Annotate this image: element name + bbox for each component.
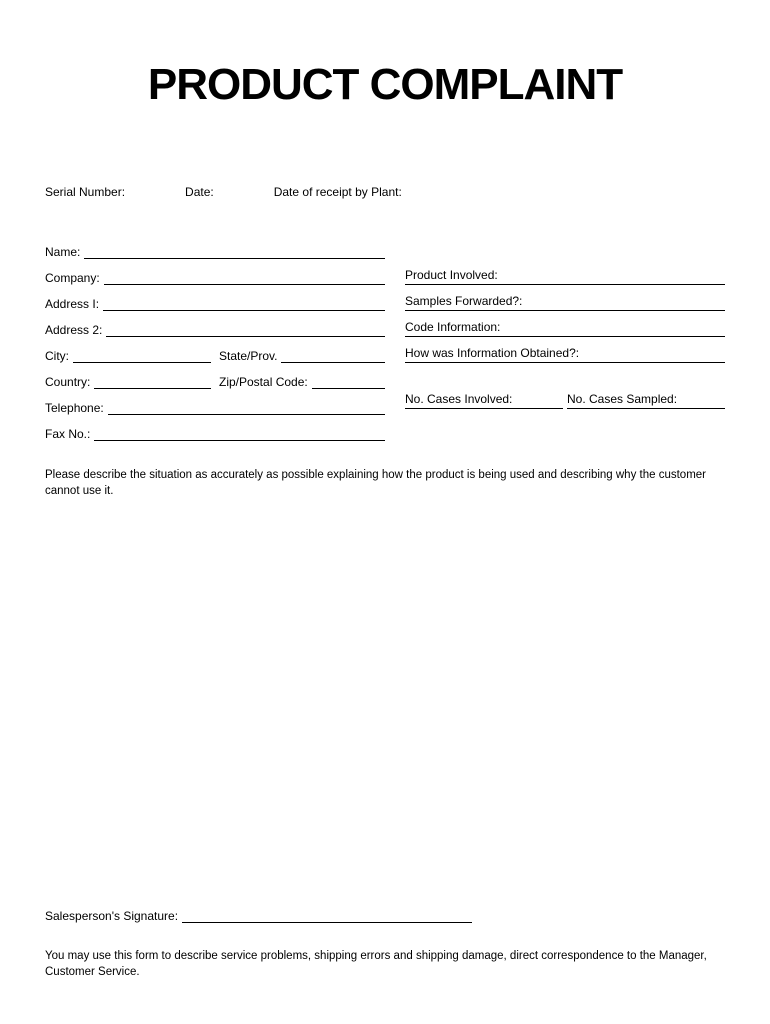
code-info-label: Code Information: [405,320,504,334]
address1-input[interactable] [103,297,385,311]
how-obtained-label: How was Information Obtained?: [405,346,583,360]
signature-label: Salesperson's Signature: [45,909,182,923]
signature-row: Salesperson's Signature: [45,909,725,923]
fax-label: Fax No.: [45,427,94,441]
form-grid: Name: Company: Address I: Address 2: Cit… [45,239,725,447]
name-input[interactable] [84,245,385,259]
form-title: PRODUCT COMPLAINT [45,60,725,110]
description-instruction: Please describe the situation as accurat… [45,467,725,499]
city-label: City: [45,349,73,363]
zip-input[interactable] [312,375,385,389]
name-label: Name: [45,245,84,259]
address1-label: Address I: [45,297,103,311]
product-column: Product Involved: Samples Forwarded?: Co… [405,239,725,447]
contact-column: Name: Company: Address I: Address 2: Cit… [45,239,385,447]
state-label: State/Prov. [219,349,281,363]
description-area[interactable] [45,499,725,909]
footer-note: You may use this form to describe servic… [45,948,725,980]
address2-label: Address 2: [45,323,106,337]
cases-sampled-label: No. Cases Sampled: [567,392,681,406]
telephone-input[interactable] [108,401,385,415]
country-input[interactable] [94,375,211,389]
telephone-label: Telephone: [45,401,108,415]
zip-label: Zip/Postal Code: [219,375,312,389]
address2-input[interactable] [106,323,385,337]
samples-forwarded-label: Samples Forwarded?: [405,294,526,308]
company-label: Company: [45,271,104,285]
company-input[interactable] [104,271,385,285]
date-label: Date: [185,185,214,199]
city-input[interactable] [73,349,211,363]
fax-input[interactable] [94,427,385,441]
serial-number-label: Serial Number: [45,185,125,199]
top-row: Serial Number: Date: Date of receipt by … [45,185,725,199]
state-input[interactable] [281,349,385,363]
signature-input[interactable] [182,909,472,923]
product-involved-label: Product Involved: [405,268,502,282]
receipt-date-label: Date of receipt by Plant: [274,185,402,199]
country-label: Country: [45,375,94,389]
cases-involved-label: No. Cases Involved: [405,392,516,406]
